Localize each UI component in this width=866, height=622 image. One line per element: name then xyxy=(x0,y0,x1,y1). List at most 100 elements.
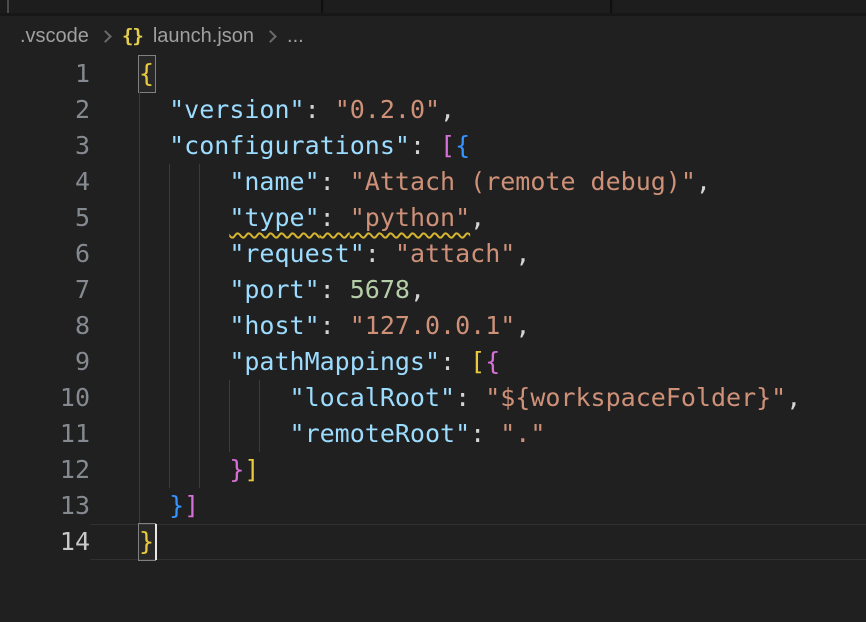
code-token: "configurations" xyxy=(169,131,410,160)
code-token: "request" xyxy=(229,239,364,268)
code-line[interactable]: 5 "type": "python", xyxy=(0,200,866,236)
json-braces-icon: {} xyxy=(122,25,143,47)
code-token: : xyxy=(470,419,500,448)
chevron-right-icon xyxy=(99,30,112,43)
tab[interactable] xyxy=(9,0,321,13)
indent-guide xyxy=(169,416,170,452)
line-number[interactable]: 11 xyxy=(0,416,90,452)
indent-guide xyxy=(139,416,140,452)
code-line[interactable]: 1{ xyxy=(0,56,866,92)
warning-squiggle-token: : xyxy=(320,203,350,232)
breadcrumb-symbol-ellipsis[interactable]: ... xyxy=(287,25,304,48)
code-line-content[interactable]: "type": "python", xyxy=(90,200,866,236)
code-token: , xyxy=(786,383,801,412)
indent-guide xyxy=(169,236,170,272)
code-line[interactable]: 7 "port": 5678, xyxy=(0,272,866,308)
code-token: : xyxy=(320,167,350,196)
indent-guide xyxy=(169,452,170,488)
code-token: : xyxy=(320,311,350,340)
code-line[interactable]: 2 "version": "0.2.0", xyxy=(0,92,866,128)
indent-guide xyxy=(259,416,260,452)
code-line-content[interactable]: "remoteRoot": "." xyxy=(90,416,866,452)
code-line-content[interactable]: "configurations": [{ xyxy=(90,128,866,164)
line-number[interactable]: 1 xyxy=(0,56,90,92)
indent-guide xyxy=(199,452,200,488)
code-token: "remoteRoot" xyxy=(290,419,471,448)
code-token: "localRoot" xyxy=(290,383,456,412)
code-token: : xyxy=(455,383,485,412)
code-line[interactable]: 14} xyxy=(0,524,866,560)
breadcrumb-file[interactable]: launch.json xyxy=(153,25,254,48)
code-token xyxy=(139,419,290,448)
indent-guide xyxy=(259,380,260,416)
code-token: "Attach (remote debug)" xyxy=(350,167,696,196)
code-token xyxy=(139,131,169,160)
indent-guide xyxy=(169,164,170,200)
indent-guide xyxy=(169,380,170,416)
code-line[interactable]: 6 "request": "attach", xyxy=(0,236,866,272)
code-line[interactable]: 4 "name": "Attach (remote debug)", xyxy=(0,164,866,200)
code-token: "name" xyxy=(229,167,319,196)
tab-separator xyxy=(610,0,612,13)
code-editor[interactable]: 1{2 "version": "0.2.0",3 "configurations… xyxy=(0,56,866,560)
indent-guide xyxy=(139,308,140,344)
code-line[interactable]: 13 }] xyxy=(0,488,866,524)
line-number[interactable]: 9 xyxy=(0,344,90,380)
code-line-content[interactable]: "port": 5678, xyxy=(90,272,866,308)
indent-guide xyxy=(169,272,170,308)
code-line[interactable]: 8 "host": "127.0.0.1", xyxy=(0,308,866,344)
line-number[interactable]: 5 xyxy=(0,200,90,236)
line-number[interactable]: 8 xyxy=(0,308,90,344)
line-number[interactable]: 4 xyxy=(0,164,90,200)
code-line-content[interactable]: "request": "attach", xyxy=(90,236,866,272)
code-line[interactable]: 3 "configurations": [{ xyxy=(0,128,866,164)
indent-guide xyxy=(139,452,140,488)
line-number[interactable]: 12 xyxy=(0,452,90,488)
code-line-content[interactable]: }] xyxy=(90,488,866,524)
code-token: ] xyxy=(244,455,259,484)
line-number[interactable]: 13 xyxy=(0,488,90,524)
text-cursor xyxy=(155,524,157,560)
code-token: ] xyxy=(184,491,199,520)
indent-guide xyxy=(139,128,140,164)
code-token: , xyxy=(410,275,425,304)
code-token xyxy=(139,311,229,340)
line-number[interactable]: 10 xyxy=(0,380,90,416)
matched-bracket: } xyxy=(139,524,155,560)
line-number[interactable]: 2 xyxy=(0,92,90,128)
code-line-content[interactable]: "name": "Attach (remote debug)", xyxy=(90,164,866,200)
code-line[interactable]: 10 "localRoot": "${workspaceFolder}", xyxy=(0,380,866,416)
tab[interactable] xyxy=(325,0,610,13)
line-number[interactable]: 6 xyxy=(0,236,90,272)
indent-guide xyxy=(139,200,140,236)
code-token: { xyxy=(455,131,470,160)
code-line-content[interactable]: { xyxy=(90,56,866,92)
tab[interactable] xyxy=(614,0,866,13)
indent-guide xyxy=(229,416,230,452)
code-line-content[interactable]: "localRoot": "${workspaceFolder}", xyxy=(90,380,866,416)
code-line-content[interactable]: "version": "0.2.0", xyxy=(90,92,866,128)
line-number[interactable]: 7 xyxy=(0,272,90,308)
breadcrumb-folder[interactable]: .vscode xyxy=(20,25,89,48)
code-line[interactable]: 11 "remoteRoot": "." xyxy=(0,416,866,452)
code-token: , xyxy=(696,167,711,196)
code-token: { xyxy=(485,347,500,376)
code-line-content[interactable]: "pathMappings": [{ xyxy=(90,344,866,380)
warning-squiggle-token: "python" xyxy=(350,203,470,232)
code-token: , xyxy=(470,203,485,232)
code-line-content[interactable]: } xyxy=(90,524,866,560)
code-line-content[interactable]: "host": "127.0.0.1", xyxy=(90,308,866,344)
code-token: } xyxy=(229,455,244,484)
code-token xyxy=(139,347,229,376)
code-token: , xyxy=(440,95,455,124)
code-token: 5678 xyxy=(350,275,410,304)
indent-guide xyxy=(199,344,200,380)
matched-bracket: { xyxy=(139,56,155,92)
line-number[interactable]: 3 xyxy=(0,128,90,164)
indent-guide xyxy=(169,308,170,344)
code-line-content[interactable]: }] xyxy=(90,452,866,488)
line-number[interactable]: 14 xyxy=(0,524,90,560)
tab-bar xyxy=(0,0,866,16)
code-line[interactable]: 12 }] xyxy=(0,452,866,488)
code-line[interactable]: 9 "pathMappings": [{ xyxy=(0,344,866,380)
